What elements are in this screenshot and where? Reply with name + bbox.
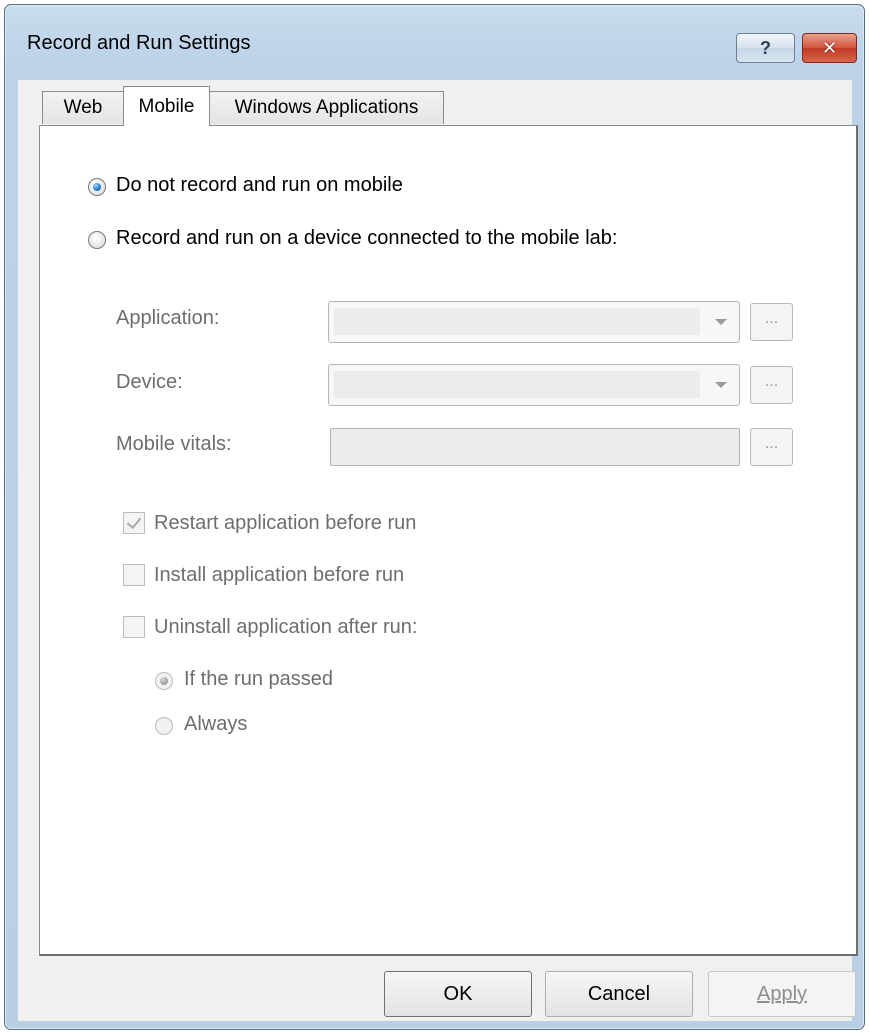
no-mobile-radio[interactable] (88, 178, 106, 196)
device-label: Device: (116, 371, 183, 393)
ok-button-label: OK (443, 982, 473, 1005)
chevron-down-icon (715, 319, 727, 325)
ok-button[interactable]: OK (384, 971, 532, 1017)
tab-windows-applications-label: Windows Applications (234, 97, 419, 118)
mobile-lab-radio[interactable] (88, 231, 106, 249)
cancel-button[interactable]: Cancel (545, 971, 693, 1017)
chevron-down-icon (715, 382, 727, 388)
restart-checkbox[interactable] (123, 512, 145, 534)
apply-button-label: Apply (756, 982, 808, 1005)
application-label: Application: (116, 307, 220, 329)
tab-mobile-label: Mobile (138, 95, 195, 117)
mobile-tab-panel: Do not record and run on mobile Record a… (39, 125, 858, 956)
always-radio[interactable] (155, 717, 173, 735)
tab-web[interactable]: Web (42, 91, 123, 124)
mobile-vitals-browse-button[interactable]: ... (750, 428, 793, 466)
tab-mobile[interactable]: Mobile (123, 86, 210, 126)
question-mark-icon: ? (760, 37, 771, 58)
mobile-vitals-label: Mobile vitals: (116, 433, 232, 455)
if-passed-label[interactable]: If the run passed (184, 668, 333, 691)
application-value (334, 308, 700, 335)
uninstall-checkbox[interactable] (123, 616, 145, 638)
mobile-lab-label[interactable]: Record and run on a device connected to … (116, 227, 617, 250)
no-mobile-label[interactable]: Do not record and run on mobile (116, 174, 403, 197)
mobile-vitals-field[interactable] (330, 428, 740, 466)
restart-label[interactable]: Restart application before run (154, 512, 416, 535)
tab-web-label: Web (63, 97, 103, 118)
install-label[interactable]: Install application before run (154, 564, 404, 587)
close-button[interactable]: ✕ (802, 33, 857, 63)
device-value (334, 371, 700, 398)
if-passed-radio[interactable] (155, 672, 173, 690)
application-dropdown[interactable] (328, 301, 740, 343)
uninstall-label[interactable]: Uninstall application after run: (154, 616, 417, 639)
settings-dialog: Record and Run Settings ? ✕ Web Mobile W… (4, 4, 865, 1030)
apply-button[interactable]: Apply (708, 971, 856, 1017)
window-title: Record and Run Settings (27, 32, 251, 54)
application-browse-button[interactable]: ... (750, 303, 793, 341)
cancel-button-label: Cancel (587, 982, 651, 1005)
tab-windows-applications[interactable]: Windows Applications (210, 91, 444, 124)
device-dropdown[interactable] (328, 364, 740, 406)
always-label[interactable]: Always (184, 713, 247, 736)
device-browse-button[interactable]: ... (750, 366, 793, 404)
dialog-body: Web Mobile Windows Applications Do not r… (18, 80, 858, 1021)
help-button[interactable]: ? (736, 33, 795, 63)
install-checkbox[interactable] (123, 564, 145, 586)
close-icon: ✕ (821, 37, 838, 58)
